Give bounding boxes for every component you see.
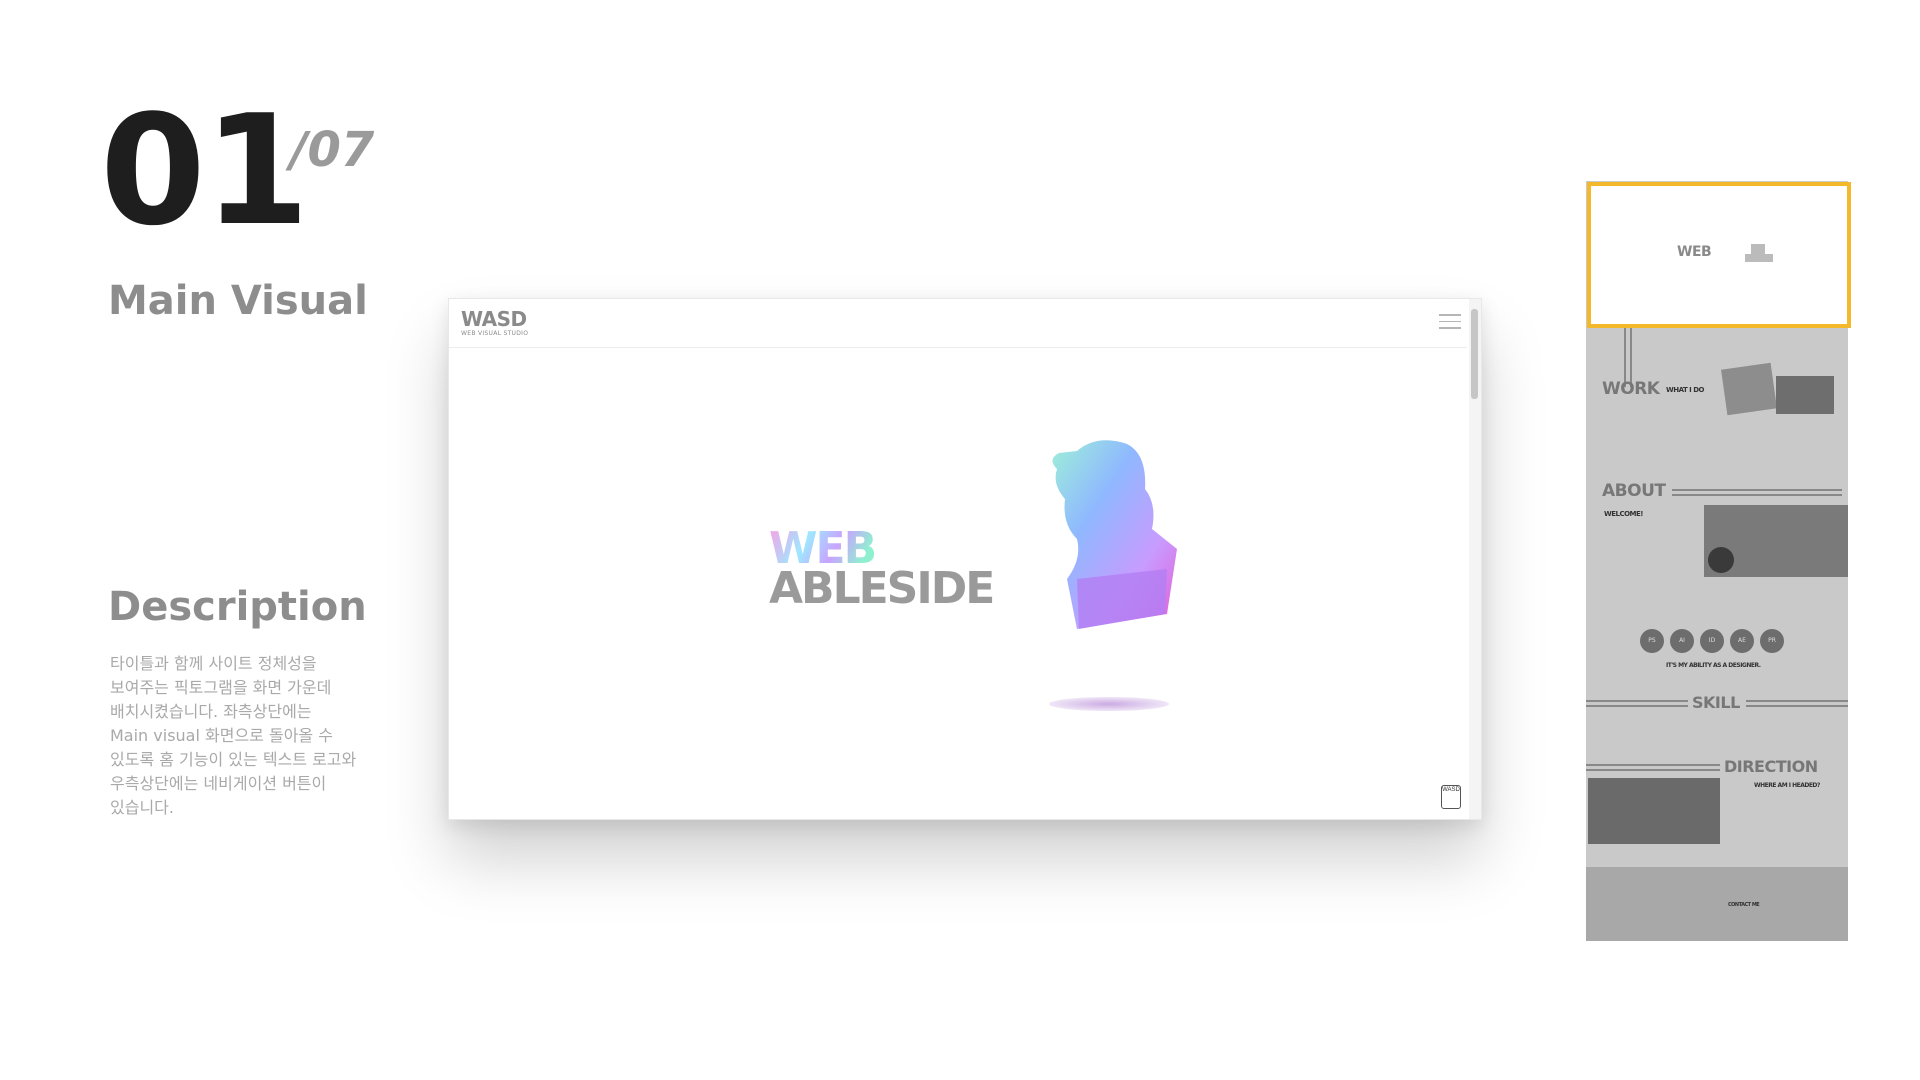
strip-about-subtitle: WELCOME! [1604, 510, 1644, 518]
divider [1624, 327, 1626, 387]
strip-direction-title: DIRECTION [1724, 757, 1818, 776]
site-logo[interactable]: WASD [461, 309, 527, 329]
skill-circle: PS [1640, 629, 1664, 653]
slide-number: 01 [100, 82, 310, 259]
holographic-bust-pictogram [1052, 440, 1177, 629]
current-page-highlight[interactable]: WEB [1587, 182, 1851, 328]
divider [1586, 705, 1688, 707]
description-line: Main visual 화면으로 돌아올 수 [110, 726, 333, 745]
divider [1586, 764, 1720, 766]
site-preview: WASD WEB VISUAL STUDIO WEB ABLESIDE WASD [448, 298, 1482, 820]
site-logo-subtitle: WEB VISUAL STUDIO [461, 330, 529, 337]
skill-circle: AI [1670, 629, 1694, 653]
hero-title: WEB ABLESIDE [769, 527, 995, 611]
work-thumb [1721, 362, 1777, 416]
skill-circle: AE [1730, 629, 1754, 653]
work-thumb [1776, 376, 1834, 414]
divider [1746, 705, 1848, 707]
strip-hero-block [1745, 254, 1773, 262]
scrollbar[interactable] [1469, 299, 1481, 819]
divider [1672, 489, 1842, 491]
strip-about-title: ABOUT [1602, 481, 1666, 501]
divider [1586, 769, 1720, 771]
description-line: 배치시켰습니다. 좌측상단에는 [110, 702, 312, 721]
direction-image [1588, 778, 1720, 844]
description-line: 있습니다. [110, 798, 174, 817]
avatar [1708, 547, 1734, 573]
divider [1630, 327, 1632, 387]
description-heading: Description [108, 584, 367, 630]
description-line: 보여주는 픽토그램을 화면 가운데 [110, 678, 332, 697]
slide-total: /07 [290, 122, 375, 178]
section-title: Main Visual [108, 278, 368, 324]
strip-hero-block [1751, 244, 1765, 254]
description-line: 우측상단에는 네비게이션 버튼이 [110, 774, 327, 793]
description-body: 타이틀과 함께 사이트 정체성을 보여주는 픽토그램을 화면 가운데 배치시켰습… [110, 652, 375, 820]
strip-direction-subtitle: WHERE AM I HEADED? [1754, 782, 1820, 789]
site-header: WASD WEB VISUAL STUDIO [449, 299, 1467, 348]
description-line: 타이틀과 함께 사이트 정체성을 [110, 654, 317, 673]
strip-work-title: WORK [1602, 379, 1660, 399]
skill-circle: ID [1700, 629, 1724, 653]
divider [1586, 700, 1688, 702]
skill-circle: PR [1760, 629, 1784, 653]
hamburger-menu-icon[interactable] [1439, 314, 1461, 330]
strip-work-subtitle: WHAT I DO [1666, 386, 1704, 394]
strip-skill-title: SKILL [1692, 693, 1740, 712]
divider [1672, 494, 1842, 496]
hero-line-2: ABLESIDE [769, 563, 995, 614]
strip-hero-logo: WEB [1677, 244, 1712, 260]
description-line: 있도록 홈 기능이 있는 텍스트 로고와 [110, 750, 357, 769]
strip-footer-label: CONTACT ME [1728, 902, 1760, 908]
strip-skill-caption: IT'S MY ABILITY AS A DESIGNER. [1666, 662, 1761, 669]
strip-footer [1586, 867, 1848, 941]
divider [1746, 700, 1848, 702]
scrollbar-thumb[interactable] [1471, 309, 1478, 399]
site-badge-icon[interactable]: WASD [1441, 785, 1461, 809]
bust-shadow [1049, 697, 1169, 711]
